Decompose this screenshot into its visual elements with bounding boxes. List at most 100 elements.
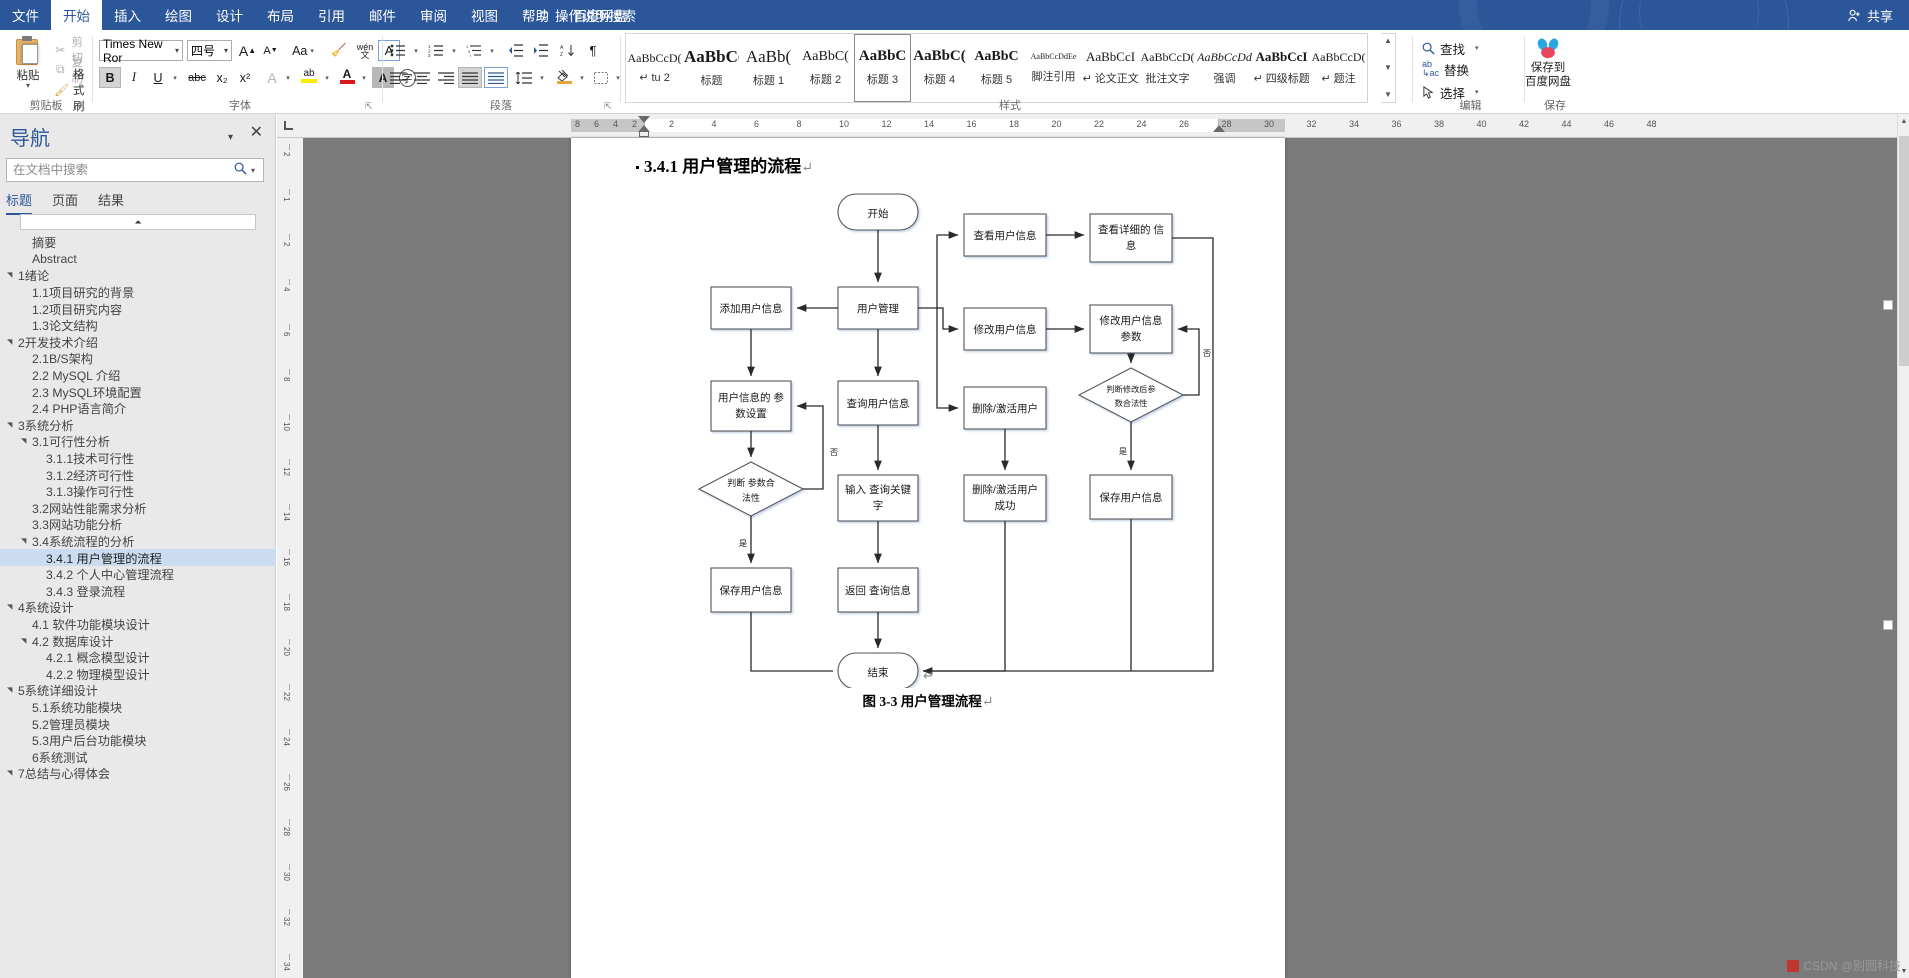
navigation-item-16[interactable]: 3.2网站性能需求分析 <box>0 500 276 517</box>
underline-button[interactable]: U <box>147 67 169 88</box>
subscript-button[interactable]: x₂ <box>211 67 233 88</box>
navigation-item-1[interactable]: Abstract <box>0 251 276 268</box>
navigation-item-2[interactable]: ◢ 1绪论 <box>0 267 276 284</box>
style-item-8[interactable]: AaBbCcI ↵ 论文正文 <box>1082 34 1139 102</box>
borders-caret[interactable]: ▾ <box>612 67 624 88</box>
align-left-button[interactable] <box>386 67 410 88</box>
navigation-options-caret[interactable]: ▾ <box>228 132 233 143</box>
search-icon[interactable] <box>229 162 251 178</box>
node-delete-activate-ok[interactable] <box>963 474 1047 522</box>
clear-formatting-button[interactable]: 🧹 <box>327 40 351 61</box>
navigation-item-30[interactable]: 5.3用户后台功能模块 <box>0 732 276 749</box>
left-indent-marker[interactable] <box>639 131 649 137</box>
font-color-caret[interactable]: ▾ <box>358 67 370 88</box>
navigation-item-22[interactable]: ◢ 4系统设计 <box>0 599 276 616</box>
style-item-2[interactable]: AaBb(标题 1 <box>740 34 797 102</box>
navigation-item-21[interactable]: 3.4.3 登录流程 <box>0 582 276 599</box>
text-effects-caret[interactable]: ▾ <box>282 67 294 88</box>
font-size-box[interactable]: 四号 ▾ <box>187 40 232 61</box>
multilevel-list-button[interactable]: 1ai <box>462 40 486 61</box>
align-center-button[interactable] <box>410 67 434 88</box>
shading-caret[interactable]: ▾ <box>576 67 588 88</box>
navigation-heading-list[interactable]: 摘要 Abstract ◢ 1绪论 1.1项目研究的背景 1.2项目研究内容 1.3论文结构… <box>0 234 276 978</box>
navigation-item-12[interactable]: ◢ 3.1可行性分析 <box>0 433 276 450</box>
sort-button[interactable]: AZ <box>556 40 580 61</box>
style-item-10[interactable]: AaBbCcDd 强调 <box>1196 34 1253 102</box>
document-vertical-scrollbar[interactable]: ▲ ▼ <box>1897 114 1909 978</box>
expand-triangle-icon[interactable]: ◢ <box>6 602 14 613</box>
tell-me-search[interactable]: 操作说明搜索 <box>526 0 648 30</box>
expand-triangle-icon[interactable]: ◢ <box>20 635 28 646</box>
styles-scroll-up-icon[interactable]: ▲ <box>1384 36 1392 46</box>
highlight-caret[interactable]: ▾ <box>321 67 333 88</box>
ribbon-tab-3[interactable]: 绘图 <box>153 0 204 30</box>
navigation-item-28[interactable]: 5.1系统功能模块 <box>0 699 276 716</box>
paste-dropdown-caret[interactable]: ▾ <box>26 82 30 90</box>
find-button[interactable]: 查找 ▾ <box>1422 38 1479 58</box>
paragraph-dialog-launcher[interactable]: ⇱ <box>604 101 612 112</box>
navigation-item-7[interactable]: 2.1B/S架构 <box>0 350 276 367</box>
first-line-indent-marker[interactable] <box>638 116 650 123</box>
text-effects-button[interactable]: A <box>261 67 283 88</box>
ribbon-tab-8[interactable]: 审阅 <box>408 0 459 30</box>
align-right-button[interactable] <box>434 67 458 88</box>
style-item-4[interactable]: AaBbC 标题 3 <box>854 34 911 102</box>
expand-triangle-icon[interactable]: ◢ <box>20 436 28 447</box>
font-dialog-launcher[interactable]: ⇱ <box>365 101 373 112</box>
expand-triangle-icon[interactable]: ◢ <box>20 535 28 546</box>
navigation-item-13[interactable]: 3.1.1技术可行性 <box>0 450 276 467</box>
style-item-1[interactable]: AaBbC(标题 <box>683 34 740 102</box>
ribbon-tab-2[interactable]: 插入 <box>102 0 153 30</box>
navigation-item-26[interactable]: 4.2.2 物理模型设计 <box>0 665 276 682</box>
font-color-button[interactable]: A <box>336 64 358 88</box>
font-name-caret[interactable]: ▾ <box>171 46 179 55</box>
clipboard-dialog-launcher[interactable]: ⇱ <box>78 101 86 112</box>
navigation-tab-0[interactable]: 标题 <box>6 190 33 215</box>
decrease-indent-button[interactable] <box>504 40 528 61</box>
navigation-item-15[interactable]: 3.1.3操作可行性 <box>0 483 276 500</box>
ribbon-tab-9[interactable]: 视图 <box>459 0 510 30</box>
style-item-3[interactable]: AaBbC(标题 2 <box>797 34 854 102</box>
replace-button[interactable]: ab ↳ac 替换 <box>1422 59 1469 79</box>
navigation-item-24[interactable]: ◢ 4.2 数据库设计 <box>0 632 276 649</box>
highlight-color-button[interactable]: ab <box>297 64 321 88</box>
line-spacing-caret[interactable]: ▾ <box>536 67 548 88</box>
expand-triangle-icon[interactable]: ◢ <box>6 685 14 696</box>
navigation-item-5[interactable]: 1.3论文结构 <box>0 317 276 334</box>
numbered-caret[interactable]: ▾ <box>448 40 460 61</box>
navigation-item-9[interactable]: 2.3 MySQL环境配置 <box>0 383 276 400</box>
style-item-7[interactable]: AaBbCcDdEe 脚注引用 <box>1025 34 1082 102</box>
navigation-item-27[interactable]: ◢ 5系统详细设计 <box>0 682 276 699</box>
increase-indent-button[interactable] <box>529 40 553 61</box>
font-size-caret[interactable]: ▾ <box>220 46 228 55</box>
vertical-ruler[interactable]: 2 1 2 4 6 8 10 12 14 16 18 20 22 24 26 28 30 32 34 <box>277 138 303 978</box>
save-to-baidu-button[interactable]: 保存到 百度网盘 <box>1513 34 1583 96</box>
change-case-button[interactable]: Aa ▾ <box>287 40 319 61</box>
navigation-item-3[interactable]: 1.1项目研究的背景 <box>0 284 276 301</box>
strikethrough-button[interactable]: abc <box>185 67 209 88</box>
expand-triangle-icon[interactable]: ◢ <box>6 419 14 430</box>
italic-button[interactable]: I <box>123 67 145 88</box>
navigation-item-8[interactable]: 2.2 MySQL 介绍 <box>0 367 276 384</box>
ribbon-tab-5[interactable]: 布局 <box>255 0 306 30</box>
navigation-item-10[interactable]: 2.4 PHP语言简介 <box>0 400 276 417</box>
flowchart-diagram[interactable]: 添加用户信息 用户信息的 参 数设置 判断 参数合 法性 保存用户信息 开始 用… <box>571 168 1285 688</box>
navigation-item-31[interactable]: 6系统测试 <box>0 748 276 765</box>
grow-font-button[interactable]: A ▲ <box>237 40 258 61</box>
bold-button[interactable]: B <box>99 67 121 88</box>
underline-caret[interactable]: ▾ <box>169 67 181 88</box>
styles-gallery-scroll[interactable]: ▲ ▼ ▼ <box>1381 33 1396 103</box>
line-spacing-button[interactable] <box>512 67 536 88</box>
navigation-item-18[interactable]: ◢ 3.4系统流程的分析 <box>0 533 276 550</box>
navigation-search-box[interactable]: ▾ <box>6 158 264 182</box>
document-page[interactable]: 3.4.1 用户管理的流程↵ 添加用户信息 用户信息的 参 数设置 判断 参数合… <box>571 138 1285 978</box>
numbered-list-button[interactable]: 123 <box>424 40 448 61</box>
navigation-collapse-bar[interactable]: ⏶ <box>20 214 256 230</box>
navigation-item-29[interactable]: 5.2管理员模块 <box>0 715 276 732</box>
search-options-caret[interactable]: ▾ <box>251 166 263 175</box>
style-item-11[interactable]: AaBbCcI ↵ 四级标题 <box>1253 34 1310 102</box>
phonetic-guide-button[interactable]: wén 文 <box>353 40 377 61</box>
navigation-tab-1[interactable]: 页面 <box>52 190 78 215</box>
superscript-button[interactable]: x² <box>234 67 256 88</box>
borders-button[interactable] <box>590 67 612 88</box>
